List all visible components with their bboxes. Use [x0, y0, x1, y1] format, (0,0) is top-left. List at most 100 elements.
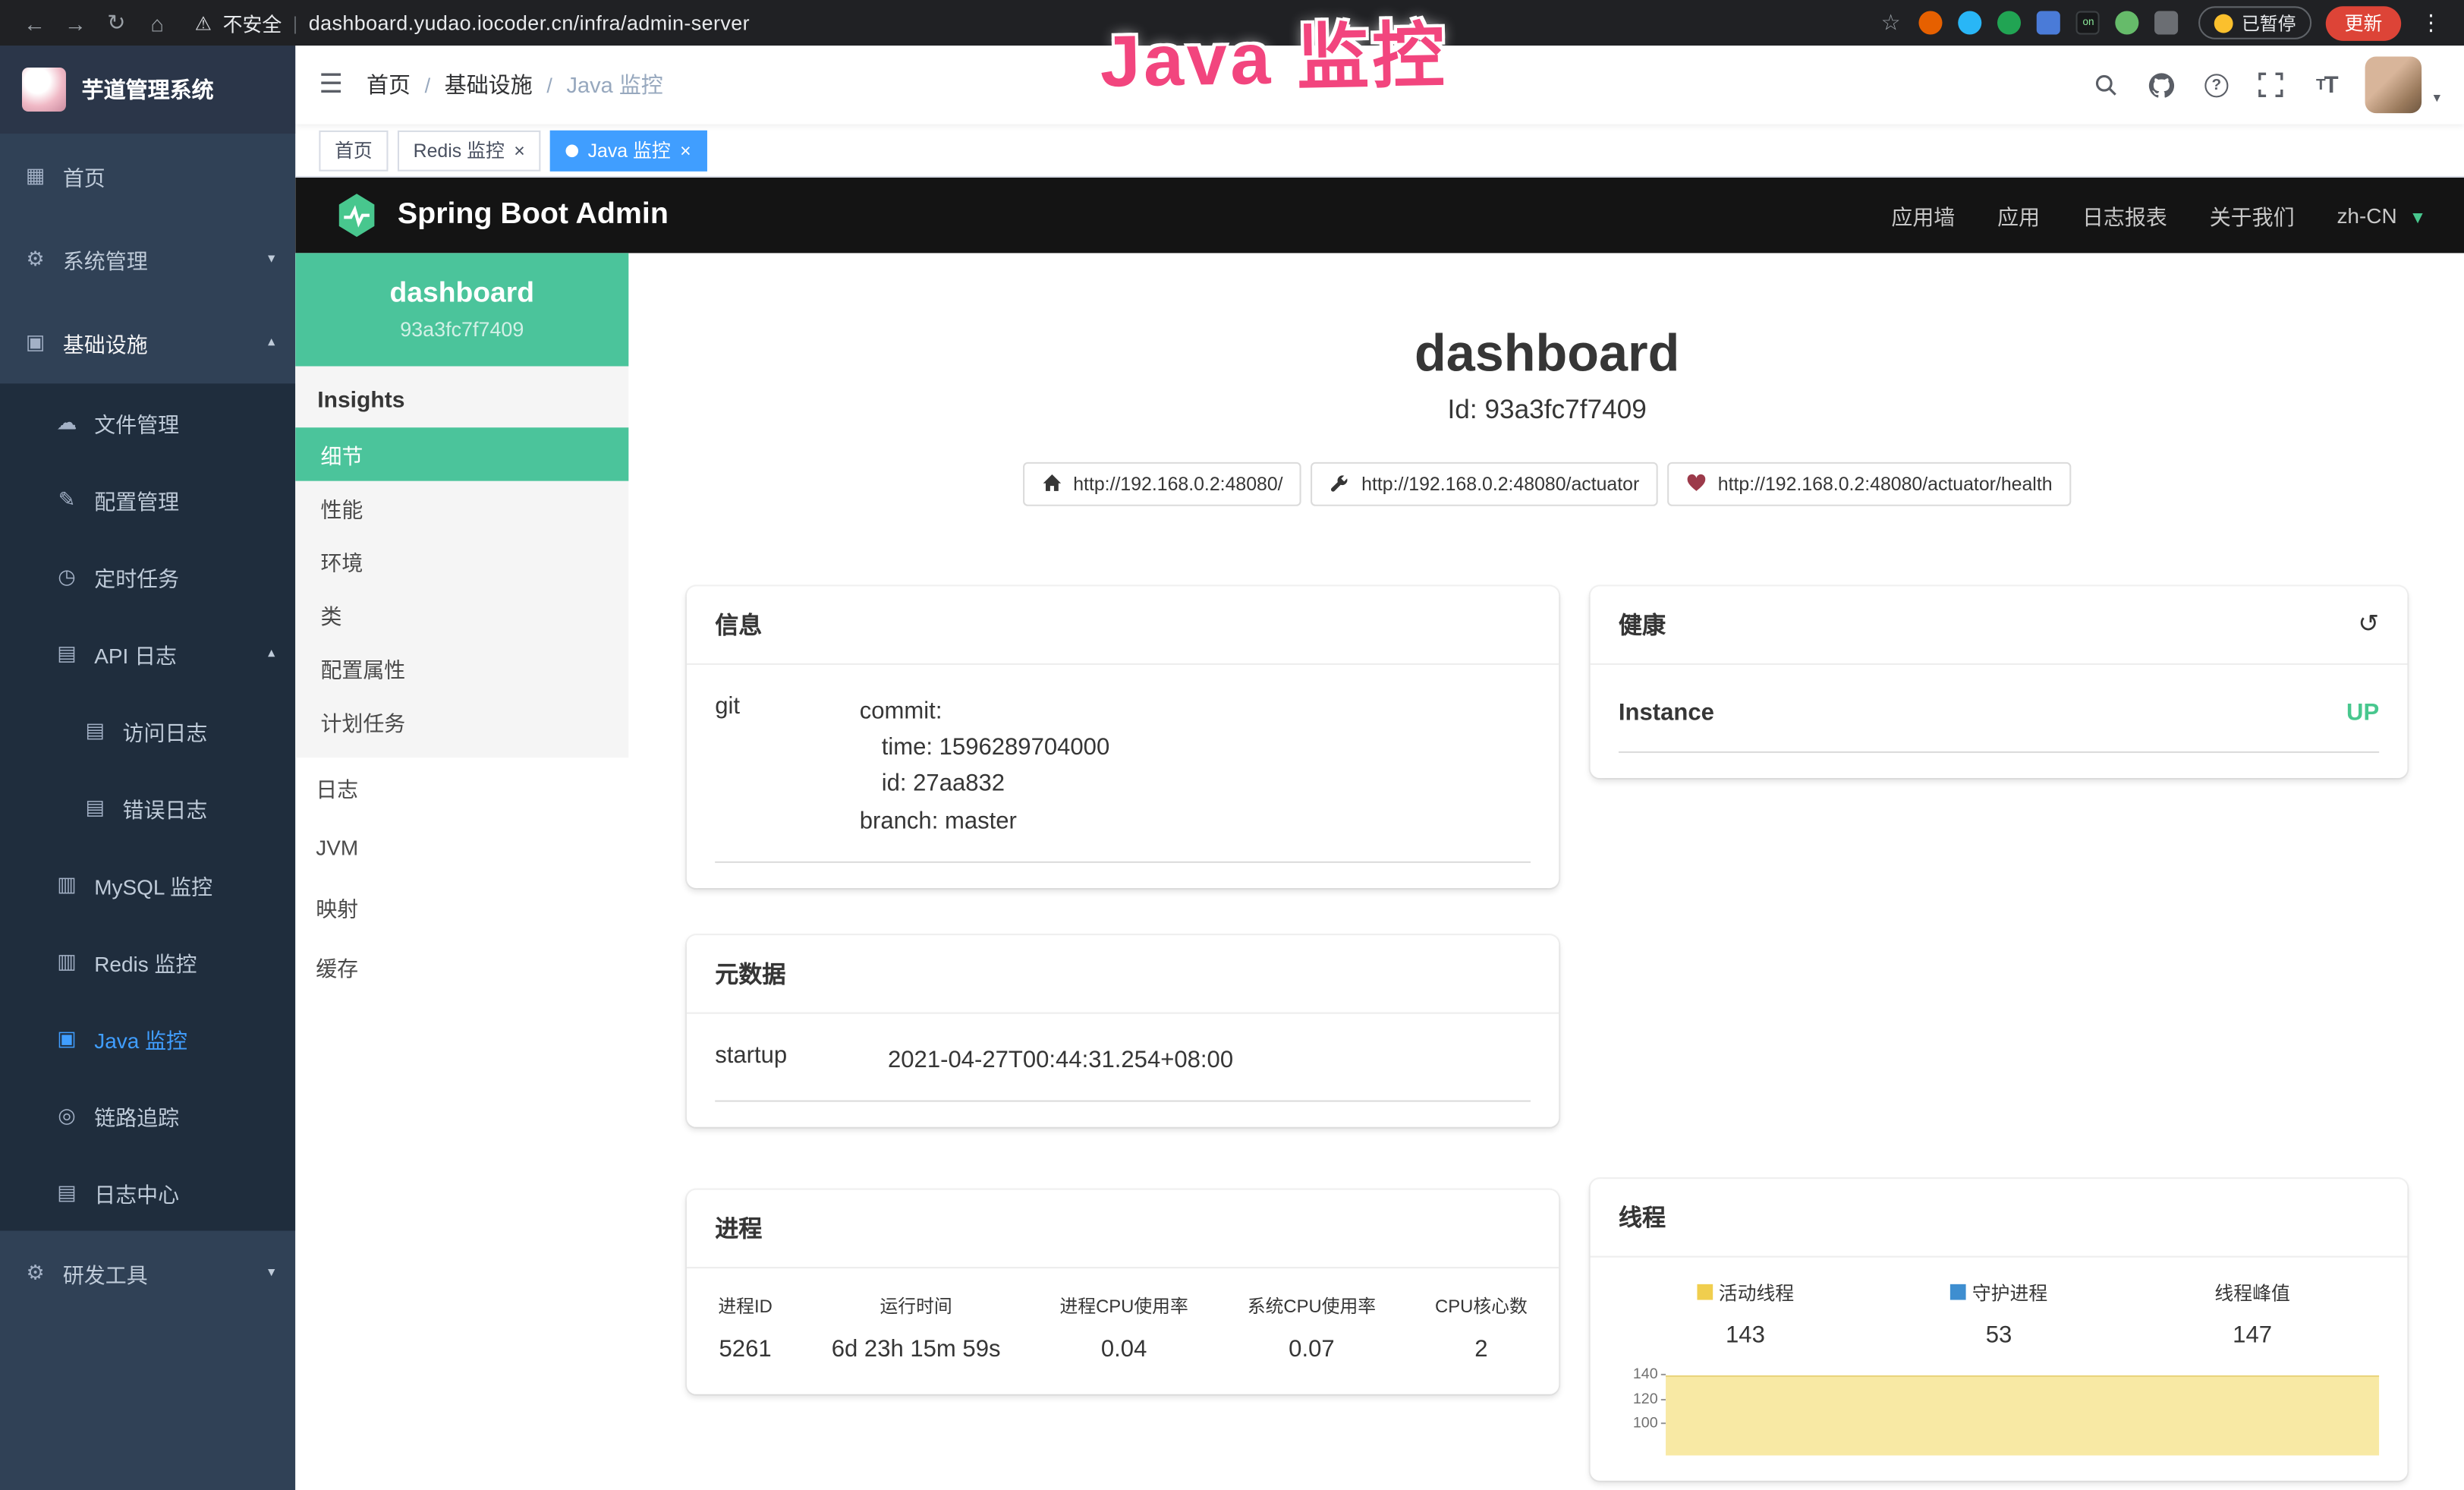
sba-item-details[interactable]: 细节: [295, 427, 628, 480]
hamburger-icon[interactable]: ☰: [319, 69, 343, 100]
sba-item-environment[interactable]: 环境: [295, 534, 628, 587]
process-table: 进程ID 5261 运行时间 6d 23h 15m 59s: [715, 1278, 1531, 1369]
clock-icon: ◷: [53, 563, 80, 588]
sidebar-item-redis-monitor[interactable]: ▥ Redis 监控: [0, 923, 295, 1000]
security-label[interactable]: 不安全: [223, 8, 282, 37]
sidebar-item-access-logs[interactable]: ▤ 访问日志: [0, 691, 295, 768]
sidebar-item-home[interactable]: ▦ 首页: [0, 134, 295, 217]
help-icon[interactable]: ?: [2201, 69, 2232, 100]
refresh-icon[interactable]: ↻: [97, 5, 135, 40]
sidebar: 芋道管理系统 ▦ 首页 ⚙ 系统管理 ▾ ▣ 基础设施 ▴ ☁ 文件管理: [0, 46, 295, 1490]
font-size-icon[interactable]: TT: [2311, 69, 2342, 100]
tab-label: Redis 监控: [414, 137, 505, 163]
github-icon[interactable]: [2146, 69, 2177, 100]
sidebar-item-system-management[interactable]: ⚙ 系统管理 ▾: [0, 217, 295, 301]
paused-badge[interactable]: 已暂停: [2199, 6, 2311, 39]
sba-link-wallboard[interactable]: 应用墙: [1891, 200, 1955, 231]
tab-java-monitor[interactable]: Java 监控 ×: [550, 130, 706, 171]
extensions-puzzle-icon[interactable]: [2155, 11, 2179, 34]
tab-redis-monitor[interactable]: Redis 监控 ×: [398, 130, 541, 171]
sidebar-item-config-management[interactable]: ✎ 配置管理: [0, 461, 295, 537]
browser-home-icon[interactable]: ⌂: [138, 5, 176, 40]
sidebar-item-trace[interactable]: ◎ 链路追踪: [0, 1076, 295, 1153]
breadcrumb-home[interactable]: 首页: [367, 69, 411, 100]
app-logo[interactable]: 芋道管理系统: [0, 46, 295, 134]
infrastructure-icon: ▣: [22, 329, 49, 354]
extension-leaf-icon[interactable]: [2116, 11, 2139, 34]
health-url-button[interactable]: http://192.168.0.2:48080/actuator/health: [1668, 462, 2072, 506]
sba-item-metrics[interactable]: 性能: [295, 481, 628, 534]
sba-link-applications[interactable]: 应用: [1997, 200, 2040, 231]
sidebar-item-infrastructure[interactable]: ▣ 基础设施 ▴: [0, 301, 295, 384]
process-card-body: 进程ID 5261 运行时间 6d 23h 15m 59s: [687, 1269, 1559, 1395]
legend-value: 147: [2126, 1321, 2379, 1348]
process-column-cpu: 进程CPU使用率 0.04: [1059, 1294, 1188, 1363]
chevron-down-icon[interactable]: ▾: [2434, 90, 2440, 113]
table-row: startup 2021-04-27T00:44:31.254+08:00: [715, 1023, 1531, 1102]
actuator-url-button[interactable]: http://192.168.0.2:48080/actuator: [1311, 462, 1658, 506]
info-card-header: 信息: [687, 586, 1559, 665]
close-icon[interactable]: ×: [680, 140, 691, 159]
sba-item-jvm[interactable]: JVM: [295, 817, 628, 877]
warning-icon: ⚠: [195, 12, 212, 34]
health-url: http://192.168.0.2:48080/actuator/health: [1718, 473, 2053, 495]
instance-links: http://192.168.0.2:48080/ http://192.168…: [687, 462, 2408, 506]
sidebar-item-dev-tools[interactable]: ⚙ 研发工具 ▾: [0, 1230, 295, 1314]
instance-name: dashboard: [308, 276, 616, 309]
service-url-button[interactable]: http://192.168.0.2:48080/: [1023, 462, 1301, 506]
sidebar-item-error-logs[interactable]: ▤ 错误日志: [0, 769, 295, 846]
sidebar-item-label: Redis 监控: [94, 946, 197, 977]
tab-dot: [566, 143, 579, 156]
address-bar[interactable]: ⚠ 不安全 | dashboard.yudao.iocoder.cn/infra…: [195, 8, 750, 37]
document-icon: ▤: [82, 795, 109, 820]
sidebar-item-log-center[interactable]: ▤ 日志中心: [0, 1154, 295, 1230]
close-icon[interactable]: ×: [514, 140, 525, 159]
monitor-icon: ▣: [53, 1025, 80, 1051]
avatar[interactable]: [2366, 57, 2423, 114]
extension-green-icon[interactable]: [1998, 11, 2022, 34]
forward-icon[interactable]: →: [57, 5, 95, 40]
tab-home[interactable]: 首页: [319, 130, 388, 171]
browser-menu-icon[interactable]: ⋮: [2414, 9, 2449, 36]
breadcrumb: 首页 / 基础设施 / Java 监控: [367, 69, 663, 100]
search-icon[interactable]: [2091, 69, 2122, 100]
threads-card-header: 线程: [1591, 1179, 2408, 1258]
bookmark-star-icon[interactable]: ☆: [1881, 9, 1901, 36]
sidebar-item-scheduled-tasks[interactable]: ◷ 定时任务: [0, 537, 295, 614]
back-icon[interactable]: ←: [16, 5, 54, 40]
sba-item-scheduled-tasks[interactable]: 计划任务: [295, 695, 628, 748]
fullscreen-icon[interactable]: [2256, 69, 2287, 100]
sidebar-item-java-monitor[interactable]: ▣ Java 监控: [0, 1000, 295, 1076]
sidebar-item-file-management[interactable]: ☁ 文件管理: [0, 383, 295, 460]
update-button[interactable]: 更新: [2326, 5, 2401, 40]
sba-item-classes[interactable]: 类: [295, 587, 628, 641]
page-title: dashboard: [687, 324, 2408, 384]
history-icon[interactable]: ↺: [2358, 609, 2379, 640]
process-column-uptime: 运行时间 6d 23h 15m 59s: [832, 1294, 1001, 1363]
language-select[interactable]: zh-CN ▼: [2337, 203, 2426, 227]
extension-grid-icon[interactable]: [2038, 11, 2061, 34]
card-title: 进程: [715, 1212, 762, 1245]
sba-brand[interactable]: Spring Boot Admin: [333, 192, 669, 239]
sba-item-mappings[interactable]: 映射: [295, 877, 628, 937]
breadcrumb-infrastructure[interactable]: 基础设施: [445, 69, 533, 100]
tab-label: Java 监控: [588, 137, 671, 163]
sidebar-submenu-infrastructure: ☁ 文件管理 ✎ 配置管理 ◷ 定时任务 ▤ API 日志 ▴ ▤: [0, 383, 295, 1230]
sidebar-item-mysql-monitor[interactable]: ▥ MySQL 监控: [0, 846, 295, 922]
sba-item-caches[interactable]: 缓存: [295, 937, 628, 997]
sidebar-item-label: 错误日志: [123, 792, 208, 823]
legend-peak-threads: 线程峰值 147: [2126, 1280, 2379, 1350]
url-text[interactable]: dashboard.yudao.iocoder.cn/infra/admin-s…: [309, 11, 750, 34]
chevron-down-icon: ▾: [268, 1264, 275, 1281]
y-tick: 140: [1619, 1369, 1666, 1393]
annotation-java-monitor: Java 监控: [1099, 0, 1448, 109]
sidebar-item-api-logs[interactable]: ▤ API 日志 ▴: [0, 615, 295, 691]
sba-link-journal[interactable]: 日志报表: [2082, 200, 2167, 231]
sba-link-about[interactable]: 关于我们: [2210, 200, 2295, 231]
instance-header[interactable]: dashboard 93a3fc7f7409: [295, 253, 628, 366]
extension-switch-on-icon[interactable]: on: [2077, 11, 2101, 34]
extension-drop-icon[interactable]: [1959, 11, 1982, 34]
sba-item-config-props[interactable]: 配置属性: [295, 641, 628, 695]
sba-item-loggers[interactable]: 日志: [295, 758, 628, 817]
extension-fox-icon[interactable]: [1919, 11, 1943, 34]
